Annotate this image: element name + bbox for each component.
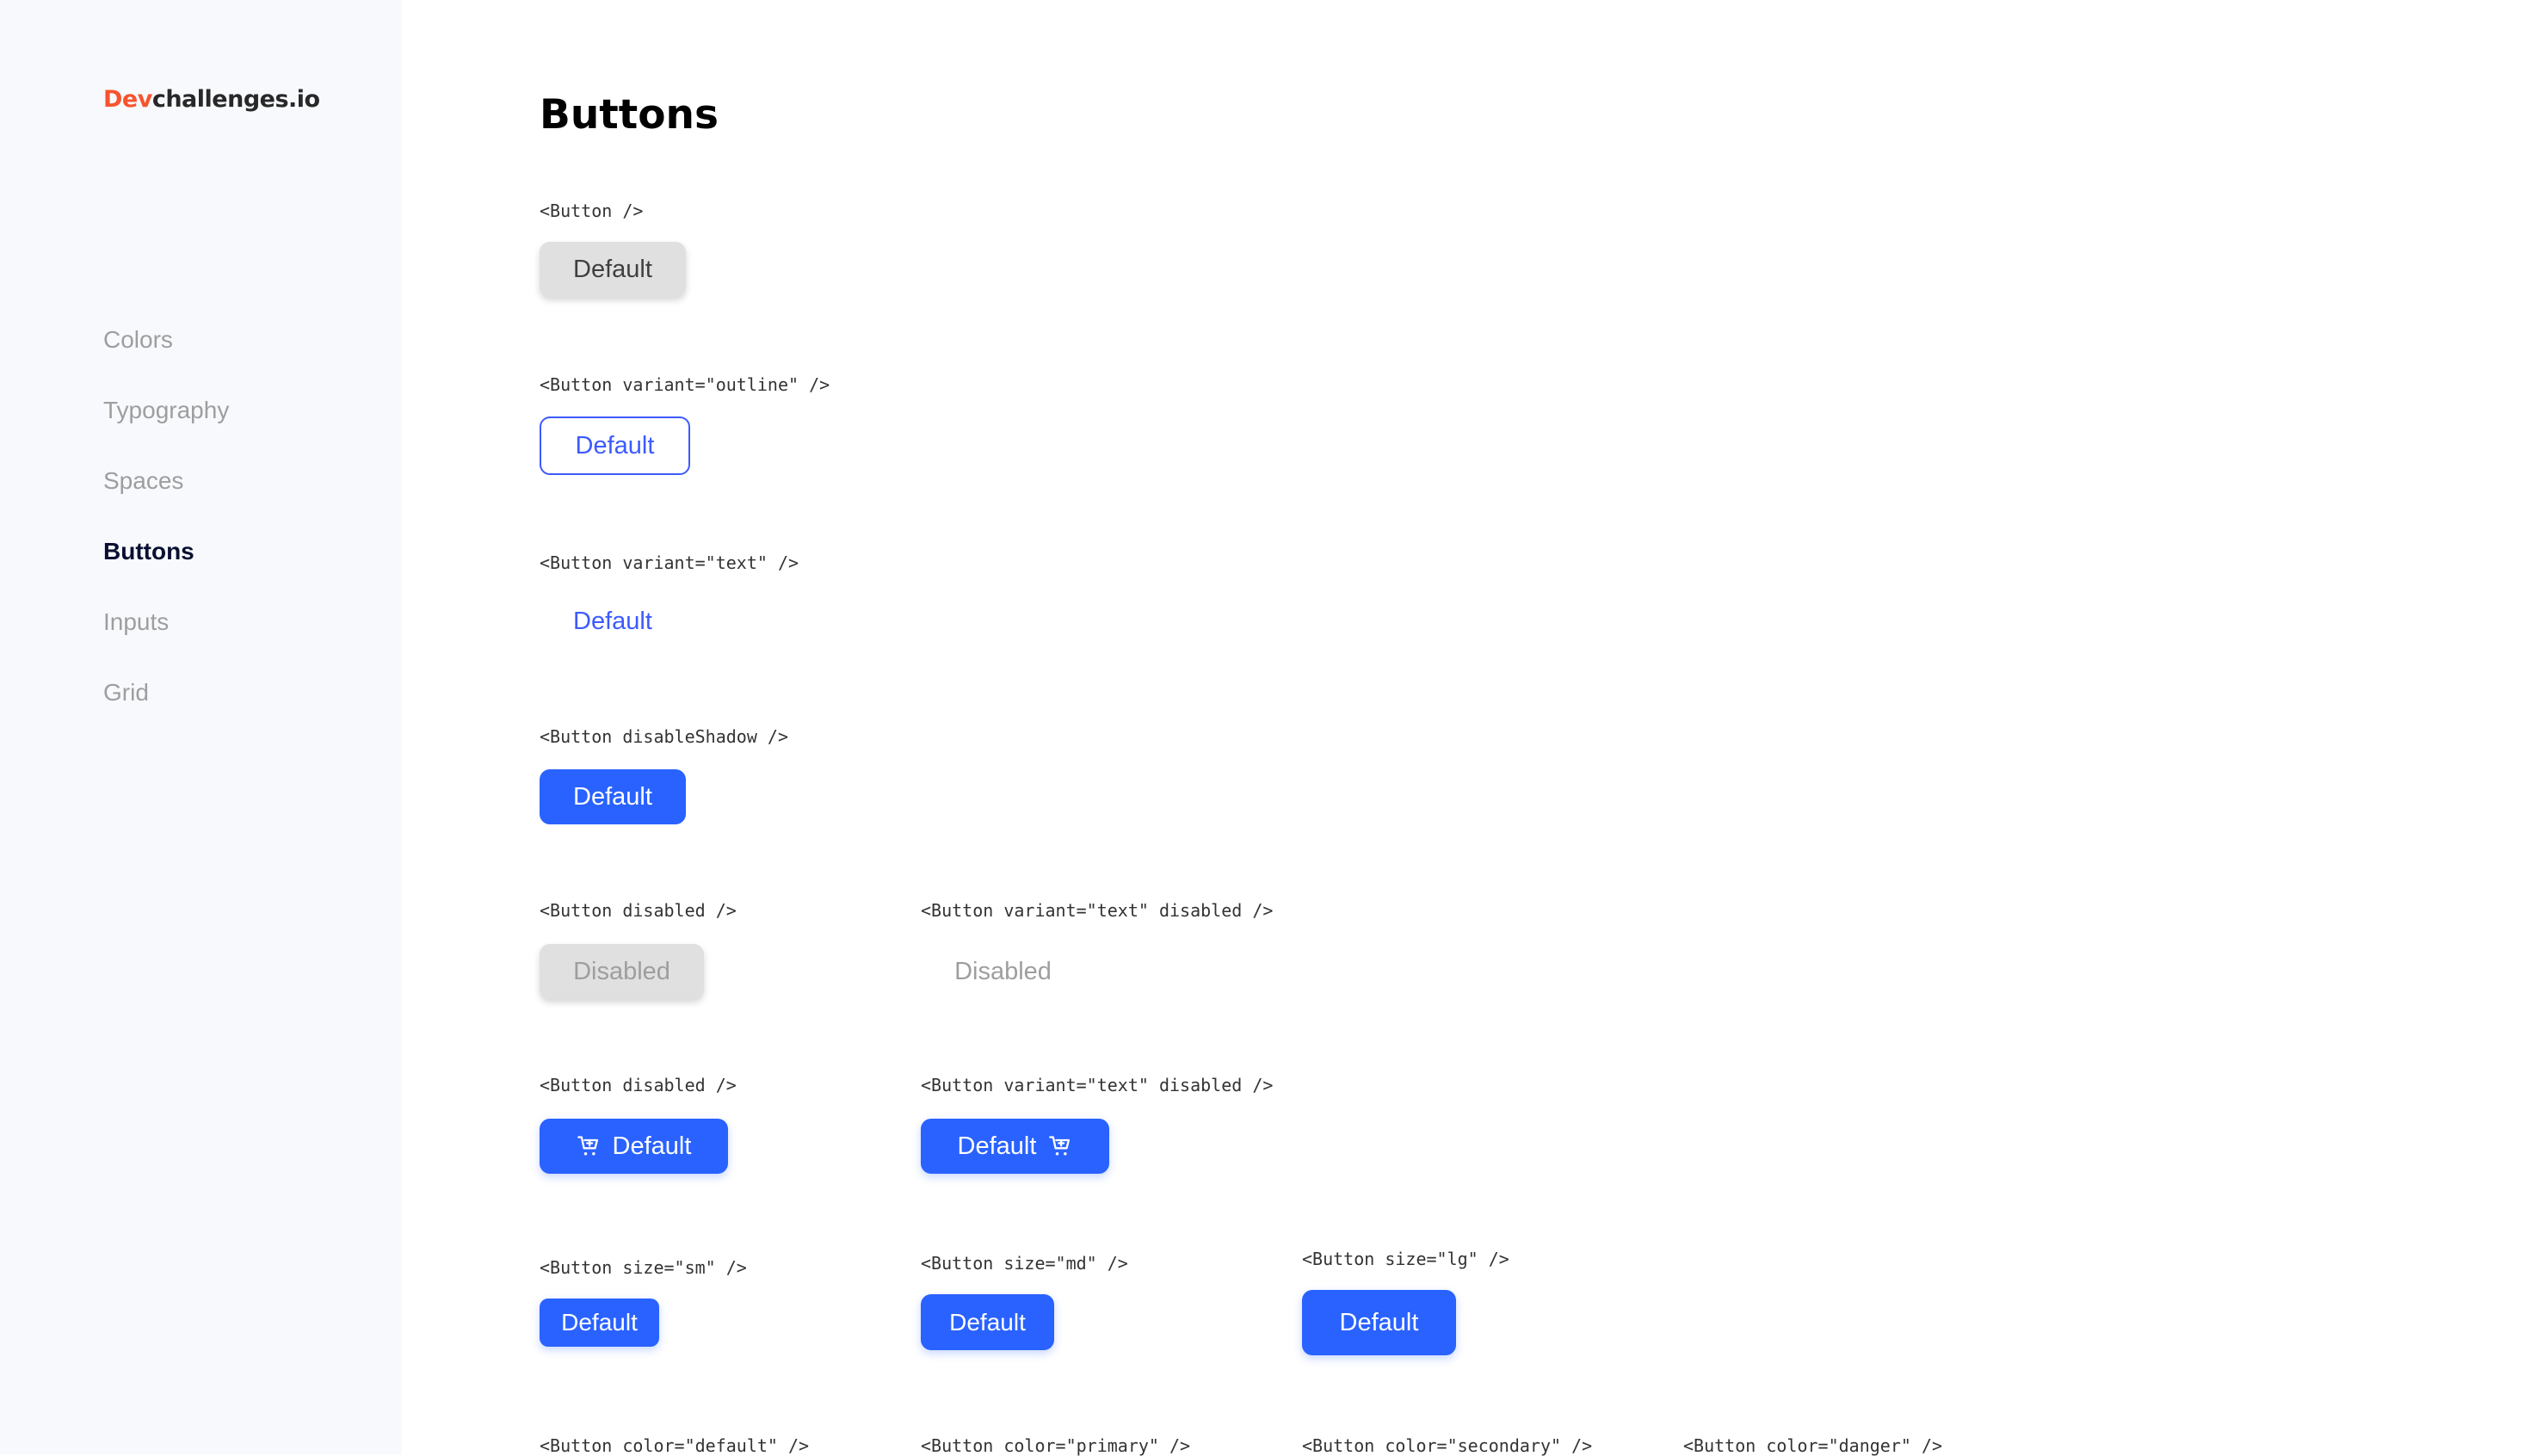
logo-text: challenges.io [151,86,320,113]
sidebar-item-inputs[interactable]: Inputs [103,604,229,675]
code-label: <Button color="danger" /> [1683,1435,1943,1456]
example-outline: <Button variant="outline" /> [540,374,830,395]
code-label: <Button color="default" /> [540,1435,810,1456]
example-color-danger: <Button color="danger" /> [1683,1435,1942,1456]
sidebar-item-colors[interactable]: Colors [103,322,229,392]
sidebar-item-spaces[interactable]: Spaces [103,463,229,534]
button-label: Default [575,431,655,460]
code-label: <Button variant="text" /> [540,552,799,573]
example-size-md: <Button size="md" /> [921,1253,1128,1274]
example-disable-shadow: <Button disableShadow /> [540,726,788,747]
button-label: Default [957,1132,1037,1160]
example-text: <Button variant="text" /> [540,552,799,573]
example-color-default: <Button color="default" /> [540,1435,809,1456]
example-color-primary: <Button color="primary" /> [921,1435,1190,1456]
sidebar: Devchallenges.io Colors Typography Space… [0,0,402,1454]
example-size-lg: <Button size="lg" /> [1302,1249,1509,1269]
example-size-sm: <Button size="sm" /> [540,1257,747,1278]
small-button[interactable]: Default [540,1299,659,1347]
example-color-secondary: <Button color="secondary" /> [1302,1435,1592,1456]
sidebar-item-grid[interactable]: Grid [103,675,229,745]
outline-button[interactable]: Default [540,416,690,475]
code-label: <Button variant="outline" /> [540,374,830,395]
sidebar-item-buttons[interactable]: Buttons [103,534,229,604]
button-label: Default [1339,1308,1419,1336]
button-label: Default [612,1132,692,1160]
example-start-icon: <Button disabled /> [540,1075,737,1095]
code-label: <Button color="secondary" /> [1302,1435,1593,1456]
code-label: <Button disabled /> [540,900,737,921]
sidebar-item-typography[interactable]: Typography [103,392,229,463]
medium-button[interactable]: Default [921,1294,1054,1350]
example-end-icon: <Button variant="text" disabled /> [921,1075,1273,1095]
disabled-button[interactable]: Disabled [540,944,704,999]
code-label: <Button variant="text" disabled /> [921,900,1274,921]
code-label: <Button size="lg" /> [1302,1249,1509,1269]
code-label: <Button size="md" /> [921,1253,1128,1274]
button-label: Default [573,782,652,811]
large-button[interactable]: Default [1302,1290,1456,1355]
logo-accent: Dev [103,86,152,113]
sidebar-nav: Colors Typography Spaces Buttons Inputs … [103,322,229,745]
example-default: <Button /> [540,201,643,221]
cart-icon [1048,1134,1072,1158]
button-label: Default [573,255,652,283]
text-disabled-button[interactable]: Disabled [921,944,1085,999]
default-button[interactable]: Default [540,242,686,297]
start-icon-button[interactable]: Default [540,1119,728,1174]
no-shadow-button[interactable]: Default [540,769,686,824]
example-disabled: <Button disabled /> [540,900,737,921]
button-label: Default [949,1308,1026,1336]
code-label: <Button color="primary" /> [921,1435,1191,1456]
button-label: Default [561,1309,638,1336]
example-text-disabled: <Button variant="text" disabled /> [921,900,1273,921]
code-label: <Button variant="text" disabled /> [921,1075,1274,1095]
code-label: <Button disableShadow /> [540,726,788,747]
code-label: <Button size="sm" /> [540,1257,747,1278]
code-label: <Button disabled /> [540,1075,737,1095]
logo[interactable]: Devchallenges.io [103,86,320,113]
code-label: <Button /> [540,201,644,221]
end-icon-button[interactable]: Default [921,1119,1109,1174]
cart-icon [577,1134,601,1158]
text-button[interactable]: Default [540,594,686,649]
button-label: Disabled [573,957,670,985]
page-title: Buttons [540,91,719,139]
button-label: Default [573,607,652,635]
button-label: Disabled [954,957,1052,985]
